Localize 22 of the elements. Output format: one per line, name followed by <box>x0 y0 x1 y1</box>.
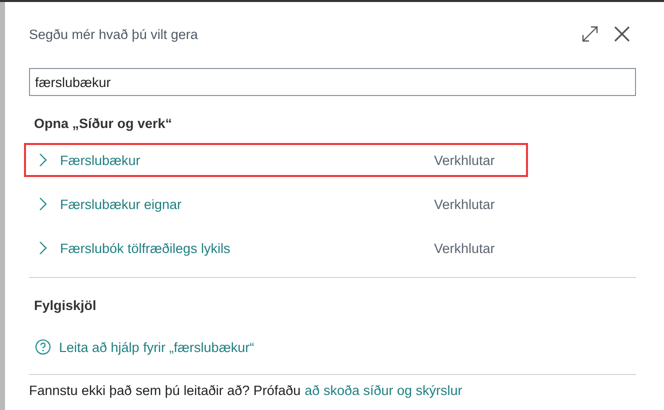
footer-text: Fannstu ekki það sem þú leitaðir að? Prófaðu <box>29 383 301 398</box>
result-row[interactable]: Færslubækur Verkhlutar <box>24 143 528 177</box>
chevron-icon <box>39 197 47 211</box>
result-row[interactable]: Færslubækur eignar Verkhlutar <box>24 187 528 221</box>
expand-icon[interactable] <box>582 26 598 42</box>
help-icon <box>35 339 51 355</box>
result-row[interactable]: Færslubók tölfræðilegs lykils Verkhlutar <box>24 231 528 265</box>
result-label: Færslubækur eignar <box>60 196 183 212</box>
browse-link[interactable]: að skoða síður og skýrslur <box>304 383 462 398</box>
dialog-title: Segðu mér hvað þú vilt gera <box>29 26 199 42</box>
help-link[interactable]: Leita að hjálp fyrir „færslubækur“ <box>59 340 254 354</box>
result-label: Færslubók tölfræðilegs lykils <box>60 240 232 256</box>
result-label: Færslubækur <box>60 152 142 168</box>
result-type: Verkhlutar <box>434 196 496 212</box>
result-type: Verkhlutar <box>434 152 496 168</box>
section-heading: Opna „Síður og verk“ <box>33 116 174 131</box>
search-field[interactable]: færslubækur <box>29 68 636 96</box>
result-type: Verkhlutar <box>434 240 496 256</box>
chevron-icon <box>39 241 47 255</box>
section-heading: Fylgiskjöl <box>33 298 98 313</box>
close-icon[interactable] <box>614 26 630 42</box>
chevron-icon <box>39 153 47 167</box>
